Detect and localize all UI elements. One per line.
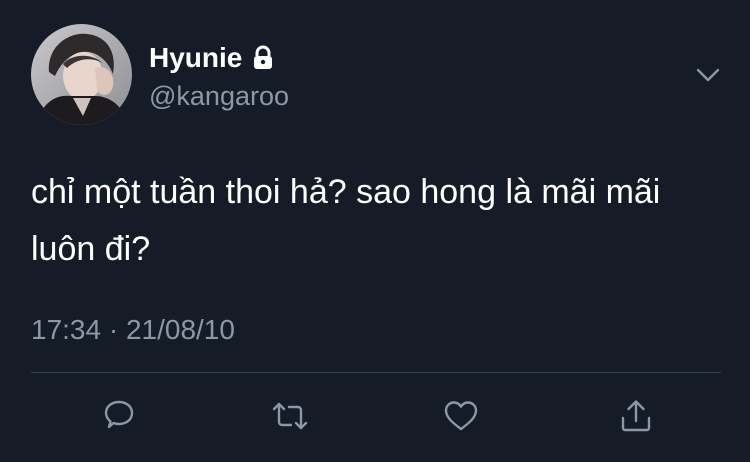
- tweet-text: chỉ một tuần thoi hả? sao hong là mãi mã…: [31, 173, 661, 268]
- heart-icon: [444, 401, 478, 431]
- display-name[interactable]: Hyunie: [149, 42, 276, 74]
- tweet-timestamp[interactable]: 17:34 · 21/08/10: [31, 313, 235, 347]
- avatar-photo: [31, 24, 132, 125]
- retweet-icon: [272, 402, 308, 430]
- share-button[interactable]: [616, 396, 656, 436]
- reply-icon: [104, 400, 134, 429]
- share-icon: [621, 400, 651, 432]
- reply-button[interactable]: [99, 396, 139, 436]
- chevron-down-icon: [696, 68, 720, 82]
- display-name-text: Hyunie: [149, 42, 243, 73]
- like-button[interactable]: [441, 396, 481, 436]
- more-options-button[interactable]: [694, 62, 722, 88]
- user-handle[interactable]: @kangaroo: [149, 80, 289, 112]
- lock-icon: [250, 45, 276, 71]
- divider: [31, 372, 721, 373]
- avatar[interactable]: [31, 24, 132, 125]
- retweet-button[interactable]: [270, 396, 310, 436]
